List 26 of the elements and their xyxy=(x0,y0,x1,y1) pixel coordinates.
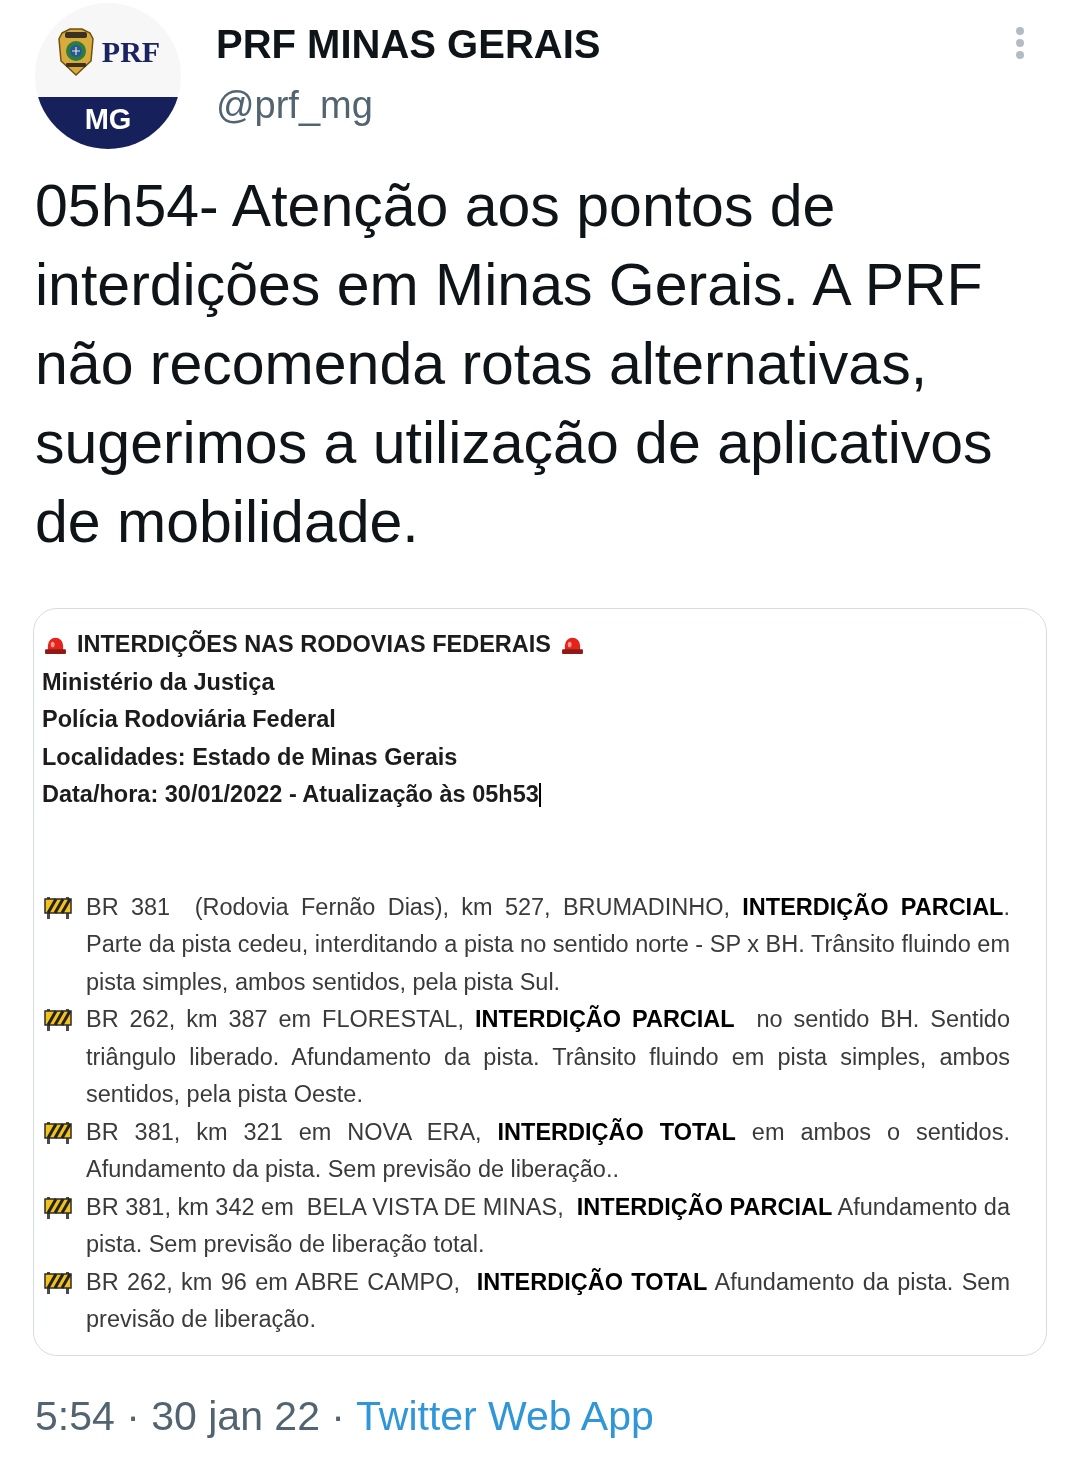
document-header-line: Ministério da Justiça xyxy=(42,667,275,697)
avatar-logo[interactable]: PRF MG xyxy=(35,3,181,149)
siren-icon xyxy=(44,635,67,655)
barrier-icon xyxy=(44,1119,72,1144)
closure-notice: BR 381, km 321 em NOVA ERA, INTERDIÇÃO TOTAL em ambos o sentidos. Afundamento da pista. Sem previsão de liberação.. xyxy=(86,1117,1010,1184)
account-name[interactable]: PRF MINAS GERAIS xyxy=(216,20,601,68)
barrier-icon xyxy=(44,894,72,919)
attached-document-card[interactable] xyxy=(33,608,1047,1356)
closure-notice: BR 381 (Rodovia Fernão Dias), km 527, BRUMADINHO, INTERDIÇÃO PARCIAL. Parte da pista cedeu, interditando a pista no sentido norte - SP x BH. Trânsito fluindo em pista simples, ambos sentidos, pela pista Sul. xyxy=(86,892,1010,997)
document-heading: INTERDIÇÕES NAS RODOVIAS FEDERAIS xyxy=(77,629,551,659)
shield-badge-icon xyxy=(55,27,96,77)
document-header-line: Data/hora: 30/01/2022 - Atualização às 05h53 xyxy=(42,780,539,809)
document-header-line: Polícia Rodoviária Federal xyxy=(42,705,336,734)
tweet-timestamp: 5:54 · 30 jan 22 · xyxy=(35,1392,345,1439)
account-handle[interactable]: @prf_mg xyxy=(216,82,373,128)
closure-notice: BR 262, km 96 em ABRE CAMPO, INTERDIÇÃO TOTAL Afundamento da pista. Sem previsão de liberação. xyxy=(86,1267,1010,1334)
barrier-icon xyxy=(44,1194,72,1219)
text-cursor-icon xyxy=(538,782,541,807)
document-header-line: Localidades: Estado de Minas Gerais xyxy=(42,742,458,772)
siren-icon xyxy=(561,635,584,655)
tweet-text: 05h54- Atenção aos pontos de interdições em Minas Gerais. A PRF não recomenda rotas alternativas, sugerimos a utilização de aplicativos de mobilidade. xyxy=(35,172,994,557)
barrier-icon xyxy=(44,1007,72,1031)
closure-notice: BR 262, km 387 em FLORESTAL, INTERDIÇÃO PARCIAL no sentido BH. Sentido triângulo liberado. Afundamento da pista. Trânsito fluindo em pista simples, ambos sentidos, pela pista Oeste. xyxy=(86,1004,1010,1109)
logo-text: PRF xyxy=(101,36,161,68)
closure-notice: BR 381, km 342 em BELA VISTA DE MINAS, INTERDIÇÃO PARCIAL Afundamento da pista. Sem previsão de liberação total. xyxy=(86,1192,1010,1259)
barrier-icon xyxy=(44,1269,72,1294)
